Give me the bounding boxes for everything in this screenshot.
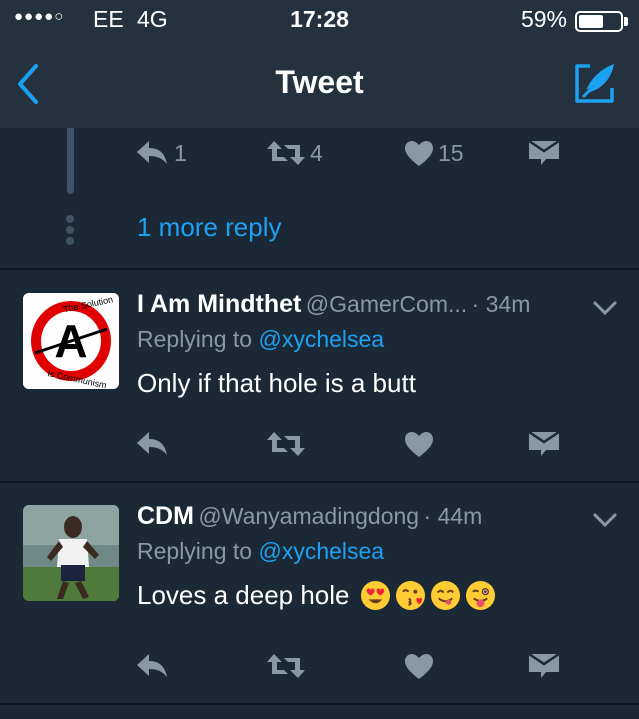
replying-to-label: Replying to xyxy=(137,326,253,352)
page-title: Tweet xyxy=(275,64,364,100)
reply-button[interactable] xyxy=(136,424,170,464)
winking-face-with-tongue-emoji xyxy=(465,580,495,611)
tweet-actions xyxy=(136,424,566,464)
tweet-text: Loves a deep hole xyxy=(137,580,496,611)
mention-link[interactable]: @xychelsea xyxy=(258,538,384,564)
reply-header: I Am Mindthet @GamerCom... · 34m xyxy=(137,290,607,326)
more-replies-dots xyxy=(66,215,76,245)
reply-tweet-1[interactable]: A The Solution Is Communism I Am Mindthe… xyxy=(0,290,639,470)
mention-link[interactable]: @xychelsea xyxy=(258,326,384,352)
chevron-down-icon[interactable] xyxy=(592,298,618,318)
reply-header: CDM @Wanyamadingdong · 44m xyxy=(137,502,607,538)
tweet-actions: 1 4 15 xyxy=(136,133,566,173)
like-button[interactable] xyxy=(404,646,434,686)
battery-percent: 59% xyxy=(520,6,567,32)
direct-message-button[interactable] xyxy=(528,424,560,464)
display-name[interactable]: I Am Mindthet xyxy=(137,290,301,318)
retweet-icon xyxy=(267,141,305,165)
reply-icon xyxy=(137,432,167,455)
face-savoring-food-emoji xyxy=(430,580,460,611)
replying-to-line: Replying to @xychelsea xyxy=(137,538,384,565)
compose-tweet-button[interactable] xyxy=(570,58,620,108)
retweet-icon xyxy=(267,432,305,456)
user-handle[interactable]: @Wanyamadingdong xyxy=(198,503,419,529)
battery-fill xyxy=(579,15,603,28)
face-blowing-kiss-emoji xyxy=(395,580,425,611)
like-count: 15 xyxy=(438,139,464,166)
more-replies-link[interactable]: 1 more reply xyxy=(137,212,282,243)
tweet-body: Loves a deep hole xyxy=(137,580,350,610)
retweet-count: 4 xyxy=(310,139,323,166)
avatar[interactable]: A The Solution Is Communism xyxy=(23,293,119,389)
heart-eyes-emoji xyxy=(360,580,390,611)
user-handle[interactable]: @GamerCom... xyxy=(306,291,467,317)
anarchy-logo-avatar: A The Solution Is Communism xyxy=(23,293,119,389)
replying-to-label: Replying to xyxy=(137,538,253,564)
envelope-icon xyxy=(528,653,560,678)
heart-icon xyxy=(405,653,433,679)
direct-message-button[interactable] xyxy=(528,646,560,686)
heart-icon xyxy=(405,431,433,457)
like-button[interactable]: 15 xyxy=(404,133,464,173)
avatar[interactable] xyxy=(23,505,119,601)
thread-line xyxy=(67,128,74,194)
envelope-icon xyxy=(528,140,560,165)
like-button[interactable] xyxy=(404,424,434,464)
reply-button[interactable]: 1 xyxy=(136,133,187,173)
retweet-button[interactable]: 4 xyxy=(266,133,323,173)
timestamp: · 44m xyxy=(423,503,483,529)
replying-to-line: Replying to @xychelsea xyxy=(137,326,384,353)
reply-icon xyxy=(137,141,167,164)
battery-icon xyxy=(575,11,623,32)
tweet-actions xyxy=(136,646,566,686)
top-header: ●●●●○ EE 4G 17:28 59% Tweet xyxy=(0,0,639,128)
retweet-button[interactable] xyxy=(266,424,306,464)
reply-button[interactable] xyxy=(136,646,170,686)
status-bar: ●●●●○ EE 4G 17:28 59% xyxy=(0,0,639,40)
tweet-body: Only if that hole is a butt xyxy=(137,368,416,398)
reply-count: 1 xyxy=(174,139,187,166)
tweet-text: Only if that hole is a butt xyxy=(137,368,416,399)
reply-tweet-2[interactable]: CDM @Wanyamadingdong · 44m Replying to @… xyxy=(0,502,639,692)
reply-icon xyxy=(137,654,167,677)
direct-message-button[interactable] xyxy=(528,133,560,173)
chevron-down-icon[interactable] xyxy=(592,510,618,530)
nav-bar: Tweet xyxy=(0,40,639,128)
player-photo-avatar xyxy=(23,505,119,601)
retweet-button[interactable] xyxy=(266,646,306,686)
timestamp: · 34m xyxy=(471,291,531,317)
heart-icon xyxy=(405,140,433,166)
envelope-icon xyxy=(528,431,560,456)
compose-tweet-icon xyxy=(575,64,614,103)
divider xyxy=(0,481,639,483)
retweet-icon xyxy=(267,654,305,678)
battery-nub xyxy=(624,17,628,26)
divider xyxy=(0,268,639,270)
display-name[interactable]: CDM xyxy=(137,502,194,530)
divider xyxy=(0,703,639,705)
